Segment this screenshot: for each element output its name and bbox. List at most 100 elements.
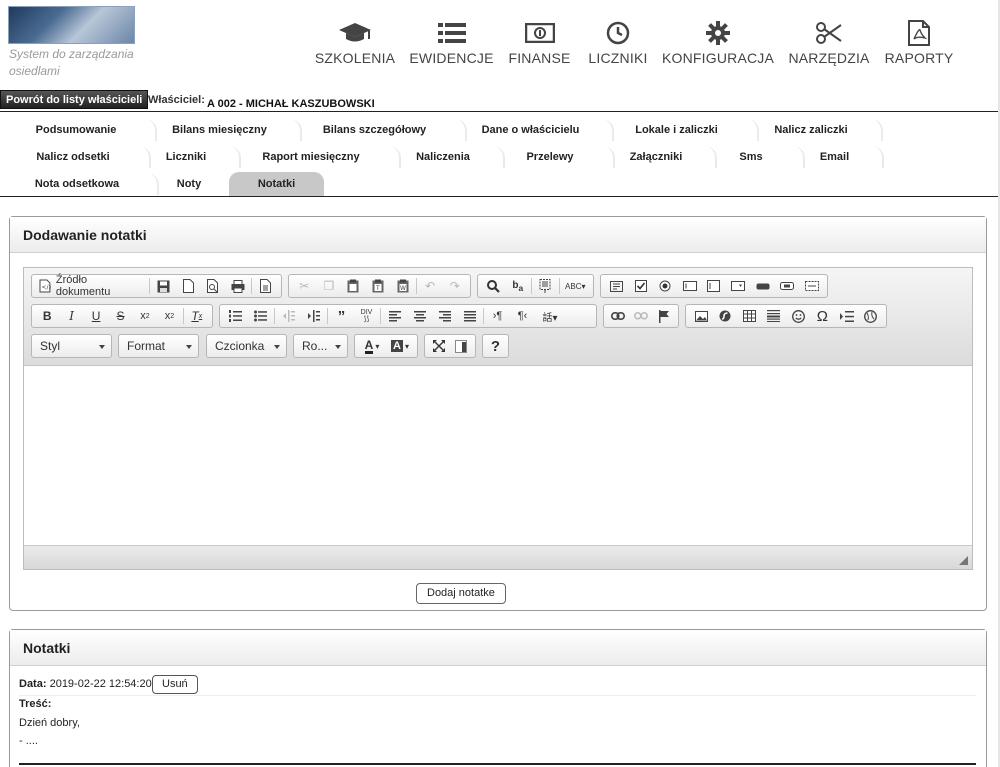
indent-icon[interactable] (301, 305, 326, 327)
superscript-icon[interactable]: x2 (157, 305, 181, 327)
tab-notatki[interactable]: Notatki (229, 172, 324, 196)
font-size-select[interactable]: Ro... (293, 334, 348, 358)
image-button-icon[interactable] (775, 275, 799, 297)
replace-icon[interactable]: ba (506, 275, 531, 297)
paste-icon[interactable] (341, 275, 366, 297)
strike-icon[interactable]: S (108, 305, 132, 327)
tab-nota-odsetkowa[interactable]: Nota odsetkowa (5, 172, 159, 196)
spellcheck-icon[interactable]: ABC ▾ (561, 275, 590, 297)
anchor-flag-icon[interactable] (652, 305, 675, 327)
tab-bilans-szczegolowy[interactable]: Bilans szczegółowy (292, 118, 467, 142)
save-icon[interactable] (151, 275, 176, 297)
paste-text-icon[interactable]: T (366, 275, 391, 297)
hidden-field-icon[interactable] (800, 275, 824, 297)
iframe-globe-icon[interactable] (859, 305, 883, 327)
text-field-icon[interactable] (677, 275, 701, 297)
tab-liczniki[interactable]: Liczniki (141, 145, 241, 169)
align-center-icon[interactable] (407, 305, 432, 327)
smiley-icon[interactable] (786, 305, 810, 327)
unlink-icon[interactable] (630, 305, 653, 327)
nav-narzedzia[interactable]: NARZĘDZIA (788, 20, 869, 70)
radio-icon[interactable] (653, 275, 677, 297)
tab-raport-miesieczny[interactable]: Raport miesięczny (231, 145, 401, 169)
tab-email[interactable]: Email (795, 145, 884, 169)
tab-noty[interactable]: Noty (149, 172, 239, 196)
tab-dane-o-wlascicielu[interactable]: Dane o właścicielu (457, 118, 614, 142)
remove-format-icon[interactable]: Tx (185, 305, 209, 327)
source-button[interactable]: </> Źródło dokumentu (35, 274, 148, 298)
editor-content-area[interactable] (24, 366, 972, 547)
templates-icon[interactable] (253, 275, 278, 297)
preview-icon[interactable] (201, 275, 226, 297)
note-content-label: Treść: (19, 698, 52, 710)
subscript-icon[interactable]: x2 (133, 305, 157, 327)
rich-text-editor: </> Źródło dokumentu ✂ ❐ T W (23, 267, 973, 570)
tab-podsumowanie[interactable]: Podsumowanie (5, 118, 157, 142)
tab-zalaczniki[interactable]: Załączniki (605, 145, 717, 169)
note-content-line: Dzień dobry, (19, 717, 80, 729)
bg-color-icon[interactable]: A ▾ (386, 335, 414, 357)
ltr-icon[interactable]: ›¶ (485, 305, 510, 327)
align-left-icon[interactable] (382, 305, 407, 327)
show-blocks-icon[interactable] (450, 335, 472, 357)
nav-liczniki[interactable]: LICZNIKI (588, 20, 647, 70)
tab-naliczenia[interactable]: Naliczenia (391, 145, 505, 169)
language-icon[interactable]: 話▾ (535, 305, 565, 327)
rtl-icon[interactable]: ¶‹ (510, 305, 535, 327)
notes-title: Notatki (10, 630, 986, 666)
form-icon[interactable] (604, 275, 628, 297)
numbered-list-icon[interactable] (223, 305, 248, 327)
horizontal-rule-icon[interactable] (762, 305, 786, 327)
new-page-icon[interactable] (176, 275, 201, 297)
checkbox-icon[interactable] (628, 275, 652, 297)
select-all-icon[interactable] (533, 275, 558, 297)
nav-raporty[interactable]: RAPORTY (885, 20, 953, 70)
italic-icon[interactable]: I (59, 305, 83, 327)
resize-handle[interactable] (959, 556, 968, 565)
special-char-icon[interactable]: Ω (810, 305, 834, 327)
create-div-icon[interactable]: DIV ⟆⟆ (354, 305, 379, 327)
text-color-icon[interactable]: A ▾ (358, 335, 386, 357)
align-right-icon[interactable] (432, 305, 457, 327)
print-icon[interactable] (225, 275, 250, 297)
font-select[interactable]: Czcionka (206, 334, 287, 358)
table-icon[interactable] (738, 305, 762, 327)
flash-icon[interactable] (713, 305, 737, 327)
tab-nalicz-zaliczki[interactable]: Nalicz zaliczki (749, 118, 883, 142)
image-icon[interactable] (689, 305, 713, 327)
link-icon[interactable] (607, 305, 630, 327)
back-to-owners-button[interactable]: Powrót do listy właścicieli (0, 90, 149, 109)
nav-finanse[interactable]: FINANSE (508, 20, 570, 70)
nav-konfiguracja[interactable]: KONFIGURACJA (662, 20, 774, 70)
format-select[interactable]: Format (118, 334, 199, 358)
divider (19, 695, 976, 696)
button-field-icon[interactable] (751, 275, 775, 297)
outdent-icon[interactable] (276, 305, 301, 327)
add-note-button[interactable]: Dodaj notatke (416, 583, 506, 604)
redo-icon[interactable]: ↷ (442, 275, 467, 297)
justify-icon[interactable] (457, 305, 482, 327)
tab-bilans-miesieczny[interactable]: Bilans miesięczny (147, 118, 302, 142)
nav-szkolenia[interactable]: SZKOLENIA (315, 20, 395, 70)
blockquote-icon[interactable]: ” (329, 305, 354, 327)
undo-icon[interactable]: ↶ (418, 275, 443, 297)
delete-note-button[interactable]: Usuń (152, 675, 198, 694)
bulleted-list-icon[interactable] (248, 305, 273, 327)
select-field-icon[interactable] (726, 275, 750, 297)
bold-icon[interactable]: B (35, 305, 59, 327)
page-break-icon[interactable] (835, 305, 859, 327)
textarea-icon[interactable] (702, 275, 726, 297)
tab-przelewy[interactable]: Przelewy (495, 145, 615, 169)
cut-icon[interactable]: ✂ (292, 275, 317, 297)
tab-sms[interactable]: Sms (707, 145, 805, 169)
underline-icon[interactable]: U (84, 305, 108, 327)
tab-lokale-i-zaliczki[interactable]: Lokale i zaliczki (604, 118, 759, 142)
find-icon[interactable] (481, 275, 506, 297)
tab-nalicz-odsetki[interactable]: Nalicz odsetki (5, 145, 151, 169)
maximize-icon[interactable] (428, 335, 450, 357)
style-select[interactable]: Styl (31, 334, 112, 358)
nav-ewidencje[interactable]: EWIDENCJE (409, 20, 493, 70)
paste-word-icon[interactable]: W (390, 275, 415, 297)
copy-icon[interactable]: ❐ (317, 275, 342, 297)
help-icon[interactable]: ? (486, 335, 505, 357)
